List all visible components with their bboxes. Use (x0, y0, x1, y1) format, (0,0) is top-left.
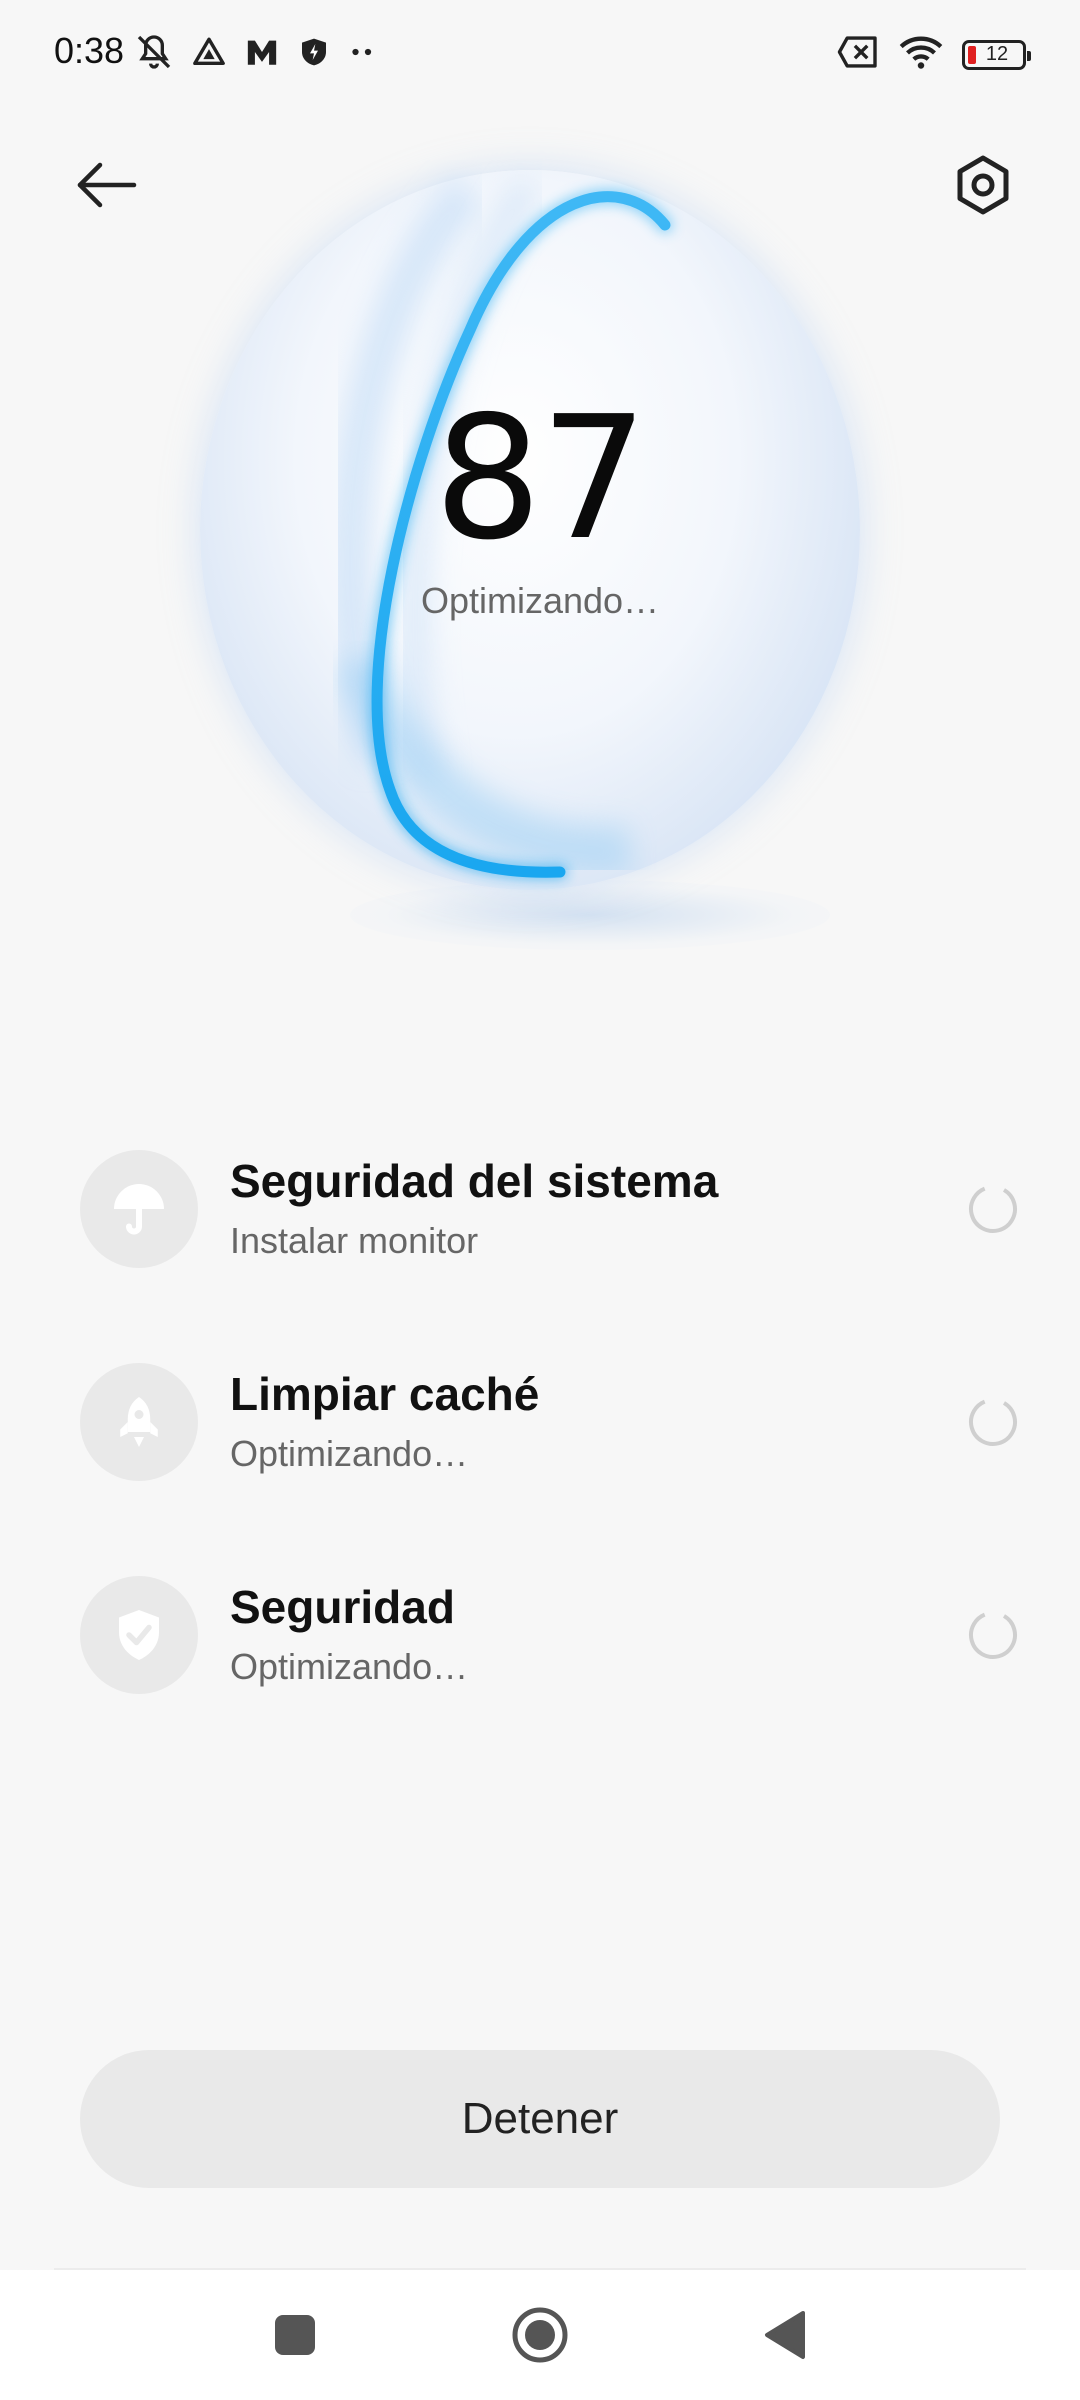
wifi-icon (898, 34, 944, 75)
task-subtitle: Instalar monitor (230, 1220, 479, 1261)
score-status: Optimizando… (420, 580, 660, 621)
recents-button[interactable] (260, 2300, 330, 2370)
task-title: Limpiar caché (230, 1368, 540, 1420)
hexagon-gear-icon (957, 155, 1009, 215)
m-app-icon (244, 35, 280, 74)
umbrella-icon (114, 1184, 164, 1235)
task-item-clean-cache: Limpiar caché Optimizando… (80, 1363, 1020, 1483)
status-time: 0:38 (54, 30, 125, 71)
score-value: 87 (433, 380, 648, 578)
bell-off-icon (134, 32, 174, 77)
task-item-security: Seguridad Optimizando… (80, 1576, 1020, 1696)
shield-bolt-icon (298, 34, 330, 75)
status-bar: 0:38 12 (0, 0, 1080, 110)
nav-back-button[interactable] (750, 2300, 820, 2370)
more-dots-icon (348, 37, 378, 72)
rocket-icon (120, 1397, 158, 1447)
shield-check-icon (119, 1610, 159, 1660)
status-right-icons: 12 (836, 34, 1031, 75)
task-icon-bg (80, 1150, 198, 1268)
task-subtitle: Optimizando… (230, 1646, 469, 1687)
task-title: Seguridad (230, 1581, 455, 1633)
navigation-bar (0, 2270, 1080, 2400)
task-icon-bg (80, 1363, 198, 1481)
triangle-back-icon (765, 2311, 805, 2359)
home-button[interactable] (505, 2300, 575, 2370)
task-subtitle: Optimizando… (230, 1433, 469, 1474)
status-left-icons (134, 32, 378, 77)
battery-level: 12 (985, 43, 1009, 65)
task-icon-bg (80, 1576, 198, 1694)
loading-spinner-icon (969, 1611, 1017, 1659)
task-title: Seguridad del sistema (230, 1155, 719, 1207)
arrow-left-icon (77, 162, 137, 208)
back-button[interactable] (70, 150, 150, 220)
loading-spinner-icon (969, 1185, 1017, 1233)
circle-icon (512, 2307, 568, 2363)
stop-button[interactable]: Detener (80, 2050, 1000, 2188)
security-scan-screen: 0:38 12 87 Optimizando… Seguridad del si… (0, 0, 1080, 2400)
task-item-system-security: Seguridad del sistema Instalar monitor (80, 1150, 1020, 1270)
settings-button[interactable] (948, 150, 1018, 220)
square-icon (275, 2315, 315, 2355)
score-orb: 87 Optimizando… (200, 160, 880, 950)
battery-icon: 12 (962, 39, 1031, 70)
loading-spinner-icon (969, 1398, 1017, 1446)
triangle-app-icon (192, 35, 226, 74)
sim-x-icon (836, 35, 880, 74)
